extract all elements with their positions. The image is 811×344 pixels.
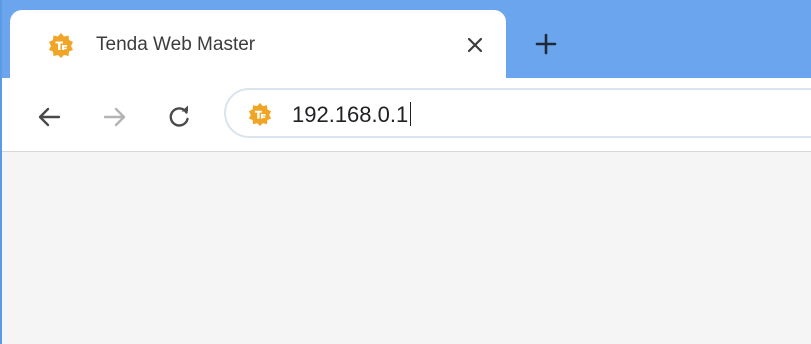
page-content <box>2 152 811 344</box>
tenda-logo-icon <box>48 32 74 58</box>
tab-title: Tenda Web Master <box>96 34 256 55</box>
url-input[interactable]: 192.168.0.1 <box>292 102 412 128</box>
url-text: 192.168.0.1 <box>292 102 409 127</box>
close-icon[interactable] <box>464 34 486 56</box>
arrow-right-icon[interactable] <box>102 104 128 130</box>
plus-icon[interactable] <box>535 33 557 55</box>
toolbar: 192.168.0.1 <box>2 78 811 152</box>
tab-active[interactable]: Tenda Web Master <box>10 10 506 78</box>
address-bar[interactable]: 192.168.0.1 <box>224 88 811 138</box>
arrow-left-icon[interactable] <box>36 104 62 130</box>
text-caret <box>410 102 412 126</box>
tab-strip: Tenda Web Master <box>2 0 811 78</box>
tenda-logo-icon <box>248 102 272 126</box>
browser-window: Tenda Web Master 192.168.0.1 <box>0 0 811 344</box>
reload-icon[interactable] <box>166 104 192 130</box>
